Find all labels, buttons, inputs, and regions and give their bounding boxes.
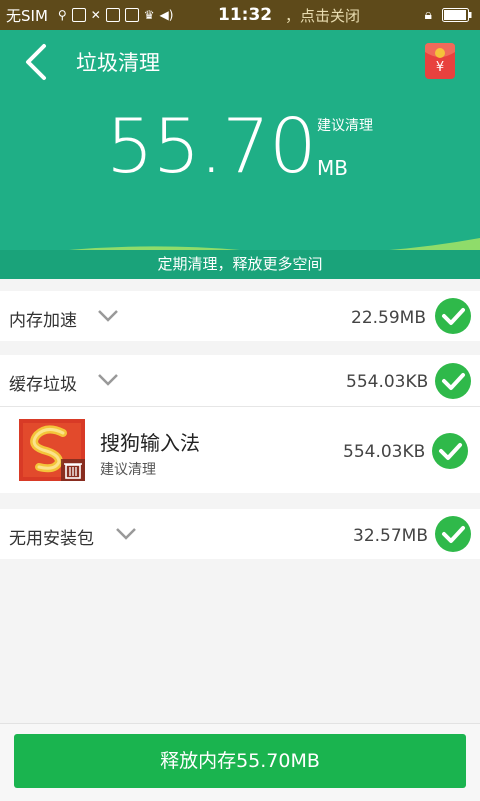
page-title: 垃圾清理 <box>76 51 160 75</box>
check-icon[interactable] <box>434 297 472 335</box>
row-label: 内存加速 <box>9 311 77 331</box>
crown-icon: ♛ <box>143 8 155 22</box>
junk-amount: 55.70 <box>106 102 317 190</box>
check-icon[interactable] <box>434 362 472 400</box>
chevron-down-icon[interactable] <box>97 309 119 323</box>
row-cache-junk[interactable]: 缓存垃圾 554.03KB <box>0 355 480 406</box>
status-notice[interactable]: ，点击关闭 <box>285 5 360 26</box>
usb-icon: ⚲ <box>57 8 67 22</box>
app-size: 554.03KB <box>343 442 426 462</box>
status-icons: ⚲ ✕ ♛ ◀) <box>57 8 174 22</box>
carrier-label: 无SIM <box>6 6 48 25</box>
row-size: 22.59MB <box>351 308 426 328</box>
image-icon <box>124 8 139 22</box>
chevron-down-icon[interactable] <box>115 527 137 541</box>
header-tagline: 定期清理，释放更多空间 <box>0 250 480 279</box>
app-suggest: 建议清理 <box>100 462 156 478</box>
row-memory-boost[interactable]: 内存加速 22.59MB <box>0 291 480 341</box>
check-icon[interactable] <box>434 515 472 553</box>
status-right: 🔒︎ <box>425 7 472 23</box>
row-size: 554.03KB <box>346 372 429 392</box>
battery-icon <box>442 8 472 22</box>
header-panel: 垃圾清理 ¥ 55.70 建议清理 MB 定期清理，释放更多空间 <box>0 30 480 279</box>
yuan-symbol: ¥ <box>436 60 444 75</box>
lock-icon: 🔒︎ <box>424 7 432 23</box>
chevron-down-icon[interactable] <box>97 373 119 387</box>
status-bar: 无SIM ⚲ ✕ ♛ ◀) 11:32 ，点击关闭 🔒︎ <box>0 0 480 30</box>
suggest-label: 建议清理 <box>317 118 373 134</box>
footer-bar: 释放内存55.70MB <box>0 723 480 801</box>
row-label: 缓存垃圾 <box>9 375 77 395</box>
clipboard-icon <box>105 8 120 22</box>
back-arrow-icon[interactable] <box>22 42 52 82</box>
check-icon[interactable] <box>431 432 469 470</box>
row-size: 32.57MB <box>353 526 428 546</box>
sogou-app-icon <box>19 419 85 481</box>
row-label: 无用安装包 <box>9 529 94 549</box>
volume-icon: ◀) <box>159 8 174 22</box>
notification-icon <box>71 8 86 22</box>
red-packet-icon[interactable]: ¥ <box>424 42 456 80</box>
tools-icon: ✕ <box>90 8 101 22</box>
amount-unit: MB <box>317 156 348 180</box>
row-unused-apk[interactable]: 无用安装包 32.57MB <box>0 509 480 559</box>
app-item-sogou[interactable]: 搜狗输入法 建议清理 554.03KB <box>0 407 480 493</box>
release-memory-button[interactable]: 释放内存55.70MB <box>14 734 466 788</box>
app-name: 搜狗输入法 <box>100 431 200 455</box>
clock: 11:32 <box>218 5 273 25</box>
